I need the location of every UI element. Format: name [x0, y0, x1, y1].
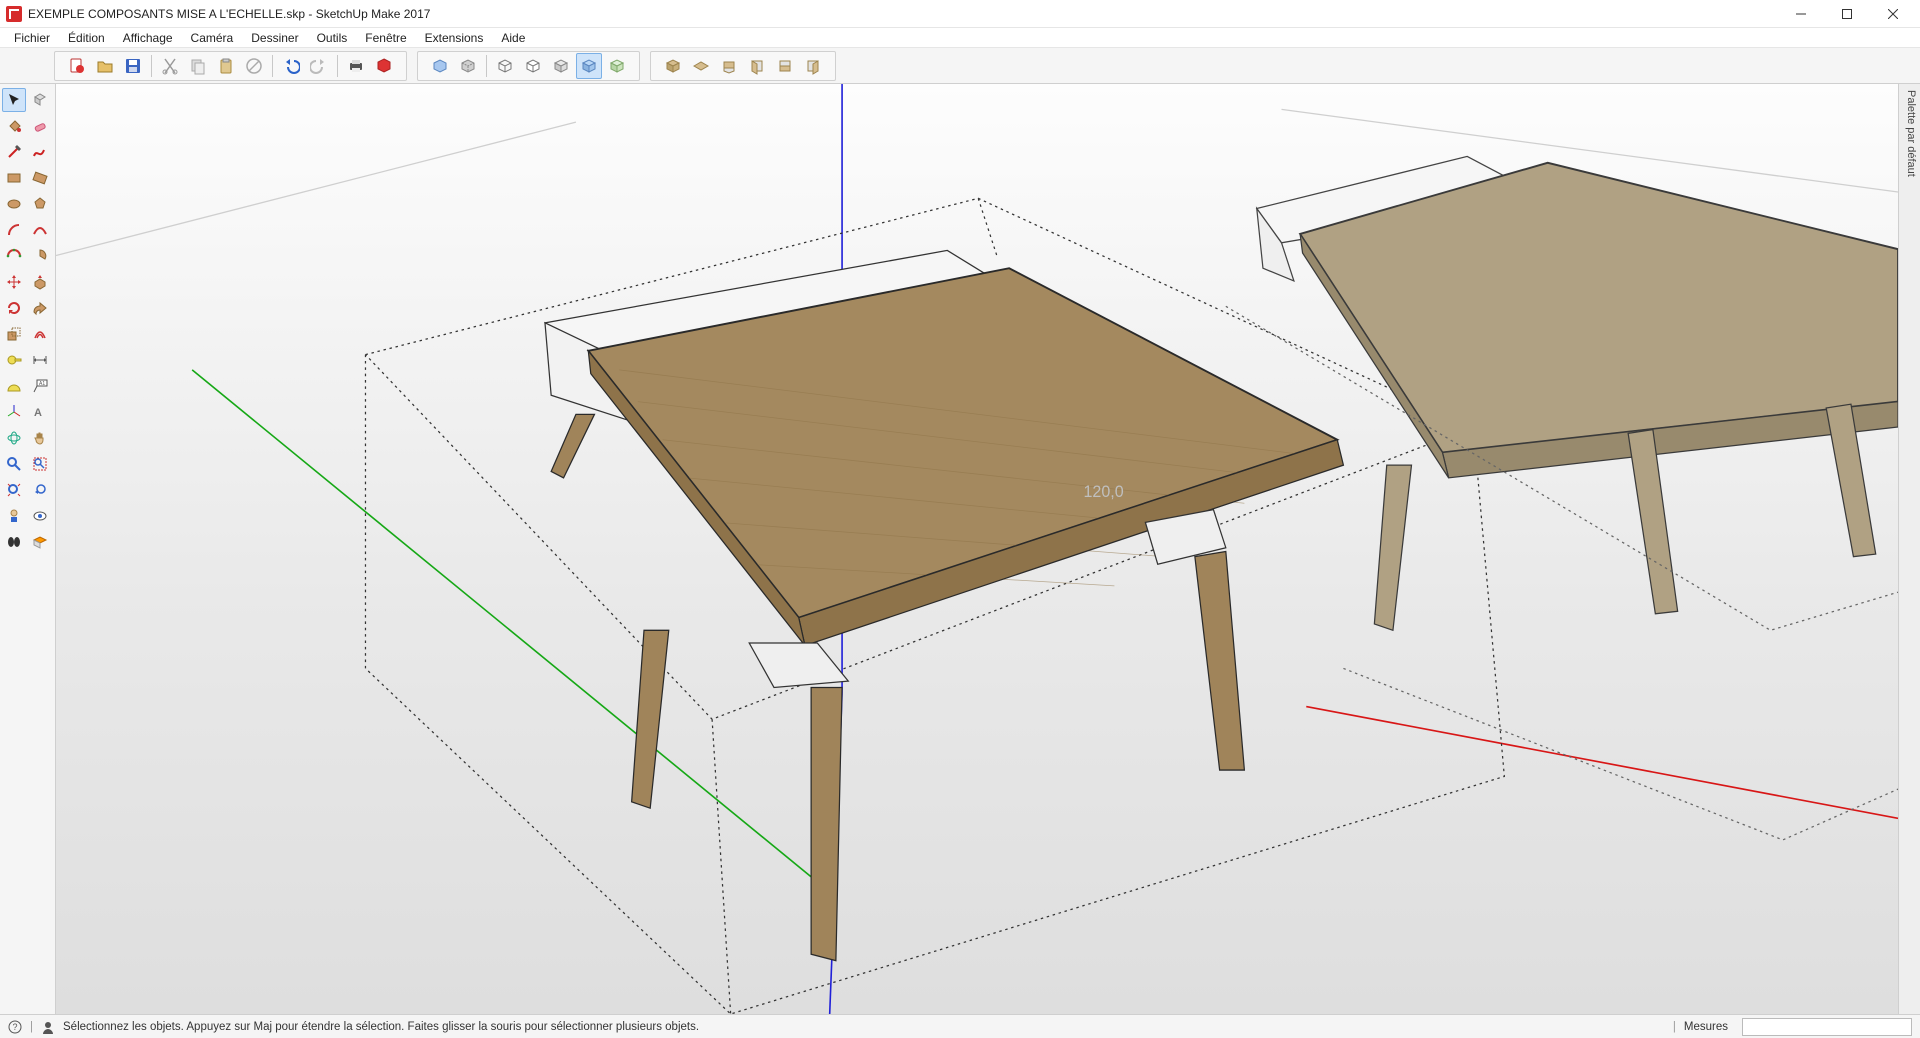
protractor-icon[interactable]	[2, 374, 26, 398]
move-icon[interactable]	[2, 270, 26, 294]
titlebar: EXEMPLE COMPOSANTS MISE A L'ECHELLE.skp …	[0, 0, 1920, 28]
eraser-icon[interactable]	[28, 114, 52, 138]
right-icon[interactable]	[744, 53, 770, 79]
wireframe-icon[interactable]	[492, 53, 518, 79]
delete-icon[interactable]	[241, 53, 267, 79]
pie-icon[interactable]	[28, 244, 52, 268]
circle-icon[interactable]	[2, 192, 26, 216]
redo-icon[interactable]	[306, 53, 332, 79]
followme-icon[interactable]	[28, 296, 52, 320]
menu-dessiner[interactable]: Dessiner	[243, 29, 306, 47]
tool-palette: A1 A	[0, 84, 56, 1014]
viewport-3d[interactable]: 120,0	[56, 84, 1898, 1014]
zoom-extents-icon[interactable]	[2, 478, 26, 502]
user-icon[interactable]	[41, 1020, 55, 1034]
axis-red	[1306, 707, 1898, 819]
walk-icon[interactable]	[2, 530, 26, 554]
table-plain	[1226, 156, 1898, 840]
iso-icon[interactable]	[660, 53, 686, 79]
right-tray[interactable]: Palette par défaut	[1898, 84, 1920, 1014]
menu-extensions[interactable]: Extensions	[417, 29, 492, 47]
freehand-icon[interactable]	[28, 140, 52, 164]
toolbar-group-file	[54, 51, 407, 81]
tray-label: Palette par défaut	[1905, 90, 1917, 177]
hidden-line-icon[interactable]	[520, 53, 546, 79]
polygon-icon[interactable]	[28, 192, 52, 216]
table-textured	[545, 250, 1343, 960]
look-around-icon[interactable]	[28, 504, 52, 528]
zoom-window-icon[interactable]	[28, 452, 52, 476]
model-info-icon[interactable]	[371, 53, 397, 79]
two-point-arc-icon[interactable]	[28, 218, 52, 242]
text-label-icon[interactable]: A1	[28, 374, 52, 398]
window-title: EXEMPLE COMPOSANTS MISE A L'ECHELLE.skp …	[28, 7, 430, 21]
print-icon[interactable]	[343, 53, 369, 79]
cut-icon[interactable]	[157, 53, 183, 79]
axes-icon[interactable]	[2, 400, 26, 424]
section-plane-icon[interactable]	[28, 530, 52, 554]
measure-label: Mesures	[1684, 1021, 1728, 1033]
xray-icon[interactable]	[427, 53, 453, 79]
top-icon[interactable]	[688, 53, 714, 79]
three-point-arc-icon[interactable]	[2, 244, 26, 268]
status-hint: Sélectionnez les objets. Appuyez sur Maj…	[63, 1021, 699, 1033]
tape-measure-icon[interactable]	[2, 348, 26, 372]
open-icon[interactable]	[92, 53, 118, 79]
pan-icon[interactable]	[28, 426, 52, 450]
dimension-label: 120,0	[1083, 483, 1123, 501]
offset-icon[interactable]	[28, 322, 52, 346]
select-tool-icon[interactable]	[2, 88, 26, 112]
undo-icon[interactable]	[278, 53, 304, 79]
dimension-icon[interactable]	[28, 348, 52, 372]
svg-text:A1: A1	[39, 381, 45, 387]
menu-affichage[interactable]: Affichage	[115, 29, 181, 47]
scale-icon[interactable]	[2, 322, 26, 346]
three-d-text-icon[interactable]: A	[28, 400, 52, 424]
toolbar-group-views	[650, 51, 836, 81]
paste-icon[interactable]	[213, 53, 239, 79]
menu-fichier[interactable]: Fichier	[6, 29, 58, 47]
left-icon[interactable]	[800, 53, 826, 79]
help-icon[interactable]: ?	[8, 1020, 22, 1034]
new-from-template-icon[interactable]	[64, 53, 90, 79]
back-edges-icon[interactable]	[455, 53, 481, 79]
maximize-button[interactable]	[1824, 0, 1870, 28]
svg-text:A: A	[34, 407, 42, 419]
shaded-textures-icon[interactable]	[576, 53, 602, 79]
workspace: A1 A	[0, 84, 1920, 1014]
menu-fenetre[interactable]: Fenêtre	[357, 29, 414, 47]
scene-canvas: 120,0	[56, 84, 1898, 1014]
minimize-button[interactable]	[1778, 0, 1824, 28]
paint-bucket-icon[interactable]	[2, 114, 26, 138]
app-icon	[6, 6, 22, 22]
rotate-icon[interactable]	[2, 296, 26, 320]
rectangle-icon[interactable]	[2, 166, 26, 190]
shaded-icon[interactable]	[548, 53, 574, 79]
measure-input[interactable]	[1742, 1018, 1912, 1036]
back-icon[interactable]	[772, 53, 798, 79]
arc-icon[interactable]	[2, 218, 26, 242]
menu-edition[interactable]: Édition	[60, 29, 113, 47]
svg-text:?: ?	[13, 1022, 18, 1032]
copy-icon[interactable]	[185, 53, 211, 79]
menu-outils[interactable]: Outils	[309, 29, 356, 47]
front-icon[interactable]	[716, 53, 742, 79]
previous-view-icon[interactable]	[28, 478, 52, 502]
toolbar	[0, 48, 1920, 84]
make-component-icon[interactable]	[28, 88, 52, 112]
menu-camera[interactable]: Caméra	[183, 29, 242, 47]
orbit-icon[interactable]	[2, 426, 26, 450]
menubar: Fichier Édition Affichage Caméra Dessine…	[0, 28, 1920, 48]
menu-aide[interactable]: Aide	[493, 29, 533, 47]
line-icon[interactable]	[2, 140, 26, 164]
close-button[interactable]	[1870, 0, 1916, 28]
rotated-rectangle-icon[interactable]	[28, 166, 52, 190]
pushpull-icon[interactable]	[28, 270, 52, 294]
monochrome-icon[interactable]	[604, 53, 630, 79]
statusbar: ? | Sélectionnez les objets. Appuyez sur…	[0, 1014, 1920, 1038]
toolbar-group-styles	[417, 51, 640, 81]
save-icon[interactable]	[120, 53, 146, 79]
zoom-icon[interactable]	[2, 452, 26, 476]
position-camera-icon[interactable]	[2, 504, 26, 528]
